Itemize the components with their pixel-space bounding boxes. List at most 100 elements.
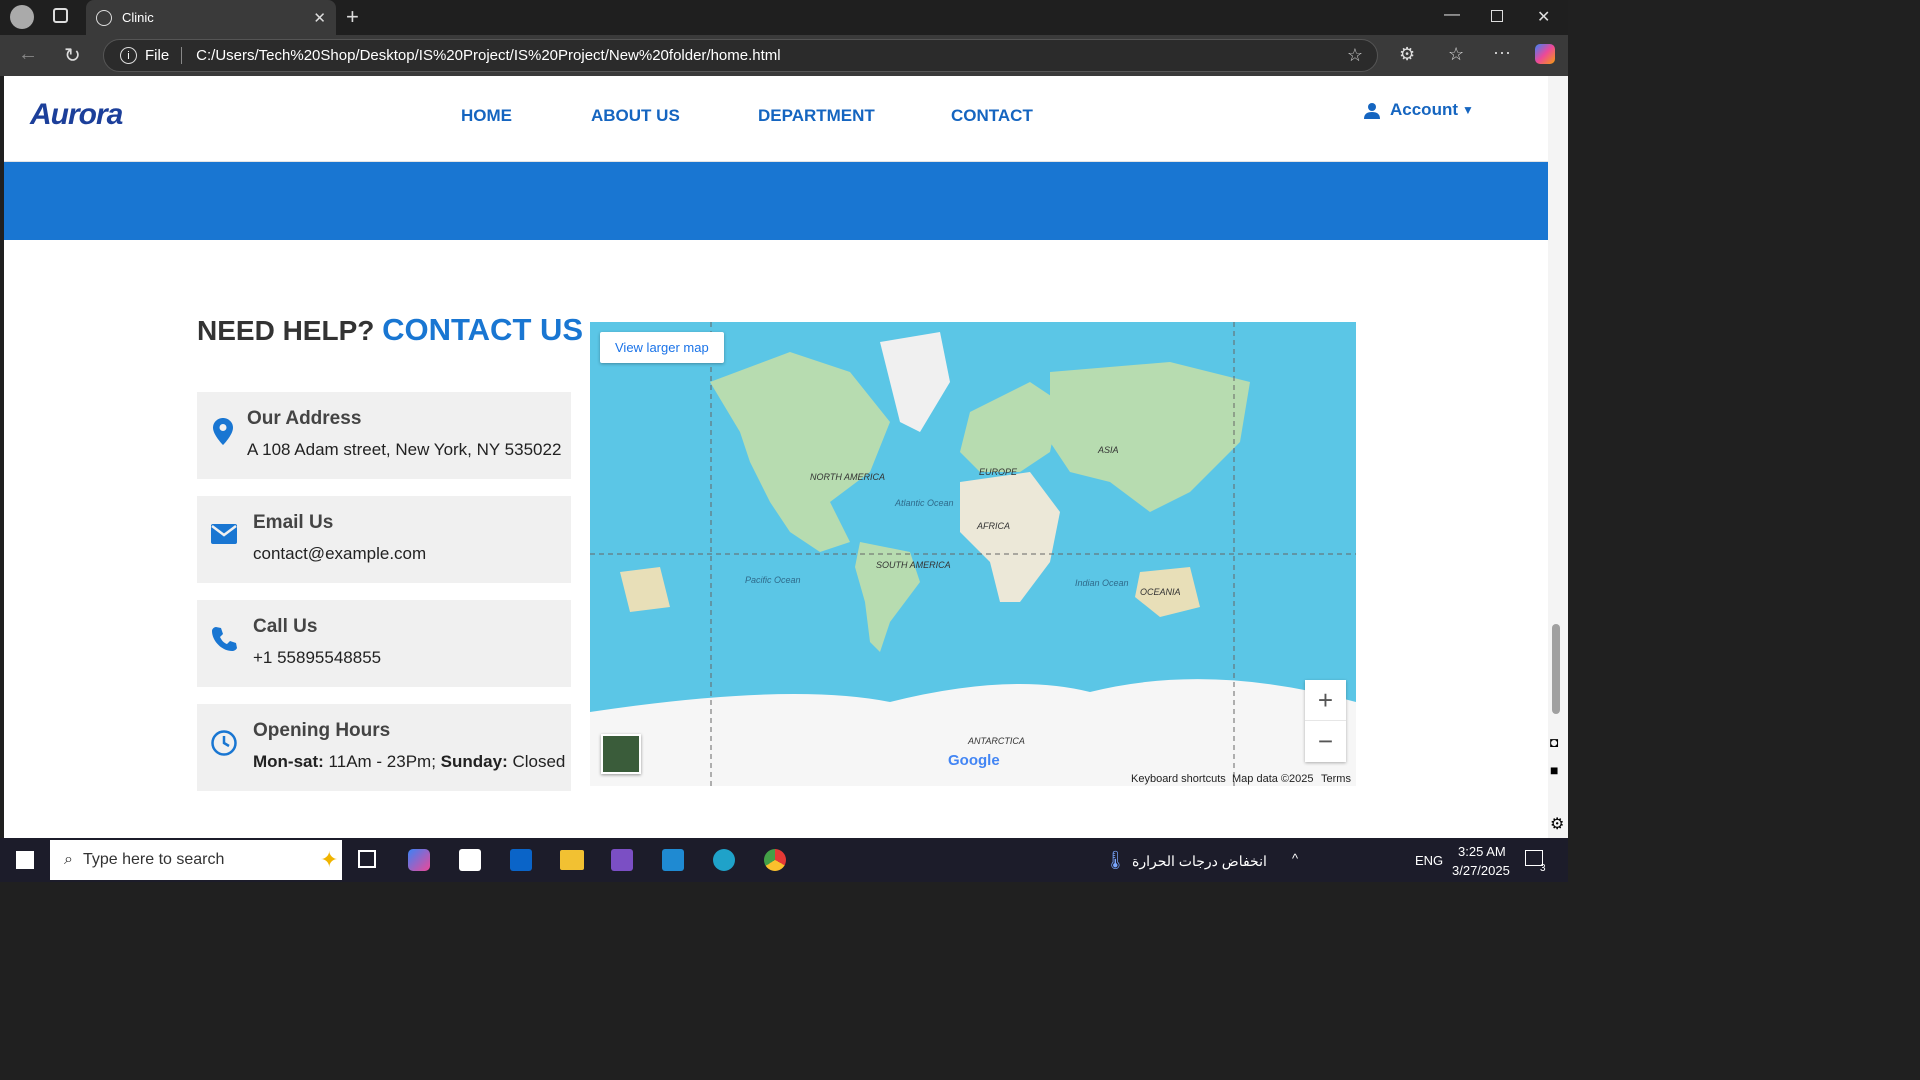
outlook-icon[interactable] xyxy=(510,849,532,871)
more-icon[interactable]: ··· xyxy=(1493,42,1511,63)
show-hidden-icons-icon[interactable]: ^ xyxy=(1292,851,1298,866)
zoom-controls: + − xyxy=(1305,680,1346,762)
page-scrollbar[interactable]: ◘ ■ ⚙ xyxy=(1548,76,1568,838)
minimize-icon[interactable]: — xyxy=(1444,6,1460,24)
close-tab-icon[interactable]: ✕ xyxy=(313,9,326,27)
label-asia: ASIA xyxy=(1098,445,1119,455)
clock-time[interactable]: 3:25 AM xyxy=(1458,844,1506,859)
site-logo[interactable]: Aurora xyxy=(30,98,123,132)
nav-home[interactable]: HOME xyxy=(461,106,512,126)
copilot-app-icon[interactable] xyxy=(408,849,430,871)
clock-date[interactable]: 3/27/2025 xyxy=(1452,863,1510,878)
favorites-icon[interactable]: ☆ xyxy=(1448,44,1464,65)
nav-contact[interactable]: CONTACT xyxy=(951,106,1033,126)
keyboard-shortcuts-link[interactable]: Keyboard shortcuts xyxy=(1131,773,1226,785)
url-text: C:/Users/Tech%20Shop/Desktop/IS%20Projec… xyxy=(196,47,781,64)
file-label: File xyxy=(145,47,183,64)
label-antarctica: ANTARCTICA xyxy=(968,736,1025,746)
zoom-in-button[interactable]: + xyxy=(1305,680,1346,721)
location-pin-icon xyxy=(213,418,233,445)
card-title: Call Us xyxy=(253,616,318,637)
weather-text[interactable]: انخفاض درجات الحرارة xyxy=(1132,853,1267,870)
copilot-icon[interactable] xyxy=(1535,44,1555,64)
label-africa: AFRICA xyxy=(977,521,1011,531)
contact-heading: NEED HELP? CONTACT US xyxy=(197,312,583,348)
satellite-toggle-button[interactable] xyxy=(601,734,641,774)
heading-prefix: NEED HELP? xyxy=(197,315,375,346)
card-value[interactable]: +1 55895548855 xyxy=(253,648,381,668)
label-oceania: OCEANIA xyxy=(1140,587,1181,597)
settings-gear-icon[interactable]: ⚙ xyxy=(1550,814,1564,834)
web-page: Aurora HOME ABOUT US DEPARTMENT CONTACT … xyxy=(4,76,1548,838)
tab-title: Clinic xyxy=(122,10,154,25)
chrome-icon[interactable] xyxy=(764,849,786,871)
phone-icon xyxy=(212,627,237,651)
edge-icon[interactable] xyxy=(713,849,735,871)
hours-sunday: Closed xyxy=(507,752,566,771)
search-icon: ⌕ xyxy=(64,851,73,868)
site-navbar: Aurora HOME ABOUT US DEPARTMENT CONTACT … xyxy=(4,76,1548,162)
label-pacific: Pacific Ocean xyxy=(745,575,801,585)
label-south-america: SOUTH AMERICA xyxy=(876,560,951,570)
close-window-icon[interactable]: ✕ xyxy=(1537,7,1550,27)
scrollbar-thumb[interactable] xyxy=(1552,624,1560,714)
browser-tab-bar: Clinic ✕ + — ✕ xyxy=(0,0,1568,35)
label-atlantic: Atlantic Ocean xyxy=(895,498,954,508)
restore-icon[interactable] xyxy=(1491,10,1503,22)
card-title: Opening Hours xyxy=(253,720,391,741)
camera-icon[interactable]: ◘ xyxy=(1550,734,1558,750)
world-map-graphic xyxy=(590,322,1356,786)
card-value[interactable]: contact@example.com xyxy=(253,544,426,564)
google-map[interactable]: NORTH AMERICA SOUTH AMERICA EUROPE ASIA … xyxy=(590,322,1356,786)
account-menu[interactable]: Account ▼ xyxy=(1364,100,1474,120)
tab-actions-icon[interactable] xyxy=(53,8,68,23)
hours-label-sunday: Sunday: xyxy=(440,752,508,771)
vscode-icon[interactable] xyxy=(662,849,684,871)
extensions-icon[interactable]: ⚙ xyxy=(1399,44,1415,65)
card-title: Our Address xyxy=(247,408,362,429)
phone-card: Call Us +1 55895548855 xyxy=(197,600,571,687)
sparkle-icon: ✦ xyxy=(320,847,339,872)
profile-icon[interactable] xyxy=(10,5,34,29)
visual-studio-icon[interactable] xyxy=(611,849,633,871)
windows-start-icon[interactable] xyxy=(16,851,34,869)
chevron-down-icon: ▼ xyxy=(1462,103,1474,117)
card-value: A 108 Adam street, New York, NY 535022 xyxy=(247,440,562,459)
notifications-count: 3 xyxy=(1540,863,1546,874)
account-label: Account xyxy=(1390,100,1458,119)
heading-highlight: CONTACT US xyxy=(382,312,584,347)
search-placeholder: Type here to search xyxy=(82,851,225,868)
card-title: Email Us xyxy=(253,512,334,533)
video-icon[interactable]: ■ xyxy=(1550,762,1558,778)
hours-weekdays: 11Am - 23Pm; xyxy=(323,752,441,771)
windows-taskbar: ⌕ Type here to search ✦ 🌡 انخفاض درجات ا… xyxy=(0,838,1568,882)
language-indicator[interactable]: ENG xyxy=(1415,853,1443,868)
refresh-icon[interactable]: ↻ xyxy=(64,43,81,68)
label-europe: EUROPE xyxy=(979,467,1018,477)
label-indian: Indian Ocean xyxy=(1075,578,1129,588)
zoom-out-button[interactable]: − xyxy=(1305,721,1346,762)
info-icon[interactable]: i xyxy=(120,47,137,64)
nav-about-us[interactable]: ABOUT US xyxy=(591,106,680,126)
hero-banner xyxy=(4,162,1548,240)
task-view-icon[interactable] xyxy=(358,850,376,868)
new-tab-icon[interactable]: + xyxy=(346,4,359,30)
favorite-star-icon[interactable]: ☆ xyxy=(1347,45,1363,66)
terms-link[interactable]: Terms xyxy=(1321,773,1351,785)
thermometer-icon: 🌡 xyxy=(1104,850,1127,870)
clock-icon xyxy=(211,730,237,756)
file-explorer-icon[interactable] xyxy=(560,850,584,870)
taskbar-search-input[interactable]: ⌕ Type here to search ✦ xyxy=(50,840,342,880)
hours-card: Opening Hours Mon-sat: 11Am - 23Pm; Sund… xyxy=(197,704,571,791)
email-card: Email Us contact@example.com xyxy=(197,496,571,583)
back-icon[interactable]: ← xyxy=(18,43,38,66)
view-larger-map-button[interactable]: View larger map xyxy=(600,332,724,363)
url-field[interactable]: i File C:/Users/Tech%20Shop/Desktop/IS%2… xyxy=(103,39,1378,72)
envelope-icon xyxy=(211,524,237,544)
browser-tab[interactable]: Clinic ✕ xyxy=(86,0,336,35)
hours-label-weekdays: Mon-sat: xyxy=(253,752,324,771)
map-data-label: Map data ©2025 xyxy=(1232,773,1314,785)
nav-department[interactable]: DEPARTMENT xyxy=(758,106,875,126)
store-icon[interactable] xyxy=(459,849,481,871)
globe-icon xyxy=(96,9,112,26)
